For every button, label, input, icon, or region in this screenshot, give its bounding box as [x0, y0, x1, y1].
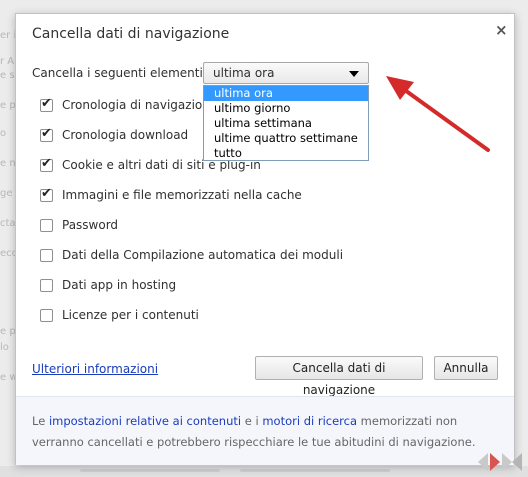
- checkbox-row-download-history[interactable]: ✔ Cronologia download: [40, 126, 188, 144]
- checkmark-icon: ✔: [41, 185, 52, 201]
- dropdown-option[interactable]: tutto: [204, 146, 368, 161]
- time-range-label: Cancella i seguenti elementi da:: [32, 66, 226, 80]
- annotation-arrow-icon: [386, 76, 490, 152]
- clear-data-button[interactable]: Cancella dati di navigazione: [255, 356, 423, 397]
- dialog-title: Cancella dati di navigazione: [32, 26, 230, 42]
- bg-bar-segment: [80, 469, 220, 472]
- bg-text-fragment: o: [0, 128, 7, 139]
- checkbox-row-autofill[interactable]: Dati della Compilazione automatica dei m…: [40, 246, 343, 264]
- bg-text-fragment: e s: [0, 70, 15, 81]
- checkbox-label: Dati della Compilazione automatica dei m…: [62, 248, 344, 262]
- chevron-down-icon: [349, 71, 359, 77]
- site-logo-icon: [478, 453, 522, 471]
- checkbox-label: Cronologia download: [62, 128, 189, 142]
- time-range-select[interactable]: ultima ora: [203, 62, 369, 84]
- checkbox[interactable]: [40, 308, 53, 322]
- checkbox-label: Dati app in hosting: [62, 278, 177, 292]
- checkbox-label: Password: [62, 218, 119, 232]
- checkbox-label: Cronologia di navigazione: [62, 98, 218, 112]
- bg-text-fragment: lo: [0, 342, 9, 353]
- time-range-select-value: ultima ora: [213, 66, 275, 80]
- dropdown-option[interactable]: ultima ora: [204, 86, 368, 101]
- checkbox-label: Licenze per i contenuti: [62, 308, 199, 322]
- checkbox[interactable]: ✔: [40, 185, 53, 202]
- time-range-dropdown: ultima ora ultimo giorno ultima settiman…: [203, 85, 369, 161]
- checkbox-label: Immagini e file memorizzati nella cache: [62, 188, 302, 202]
- footer-text: e i: [241, 414, 263, 428]
- checkbox[interactable]: [40, 278, 53, 292]
- close-icon[interactable]: ×: [495, 21, 508, 39]
- checkbox[interactable]: [40, 248, 53, 262]
- dropdown-option[interactable]: ultima settimana: [204, 116, 368, 131]
- checkbox-row-browsing-history[interactable]: ✔ Cronologia di navigazione: [40, 96, 217, 114]
- bg-text-fragment: e p: [0, 100, 16, 111]
- bg-text-fragment: ge: [0, 188, 13, 199]
- checkbox[interactable]: [40, 218, 53, 232]
- checkbox-row-cache[interactable]: ✔ Immagini e file memorizzati nella cach…: [40, 186, 302, 204]
- checkbox[interactable]: ✔: [40, 95, 53, 112]
- dropdown-option[interactable]: ultimo giorno: [204, 101, 368, 116]
- cancel-button[interactable]: Annulla: [434, 356, 498, 380]
- bg-text-fragment: e n: [0, 158, 16, 169]
- bg-bar-segment: [240, 469, 390, 472]
- bg-text-fragment: r A: [0, 56, 15, 67]
- dialog-footer-note: Le impostazioni relative ai contenuti e …: [16, 396, 514, 465]
- content-settings-link[interactable]: impostazioni relative ai contenuti: [49, 414, 241, 428]
- checkbox-row-content-licenses[interactable]: Licenze per i contenuti: [40, 306, 199, 324]
- background-bottom-bar: [0, 466, 528, 477]
- checkmark-icon: ✔: [41, 95, 52, 111]
- checkmark-icon: ✔: [41, 125, 52, 141]
- dropdown-option[interactable]: ultime quattro settimane: [204, 131, 368, 146]
- search-engines-link[interactable]: motori di ricerca: [262, 414, 357, 428]
- footer-text: Le: [32, 414, 49, 428]
- more-info-link[interactable]: Ulteriori informazioni: [32, 362, 158, 376]
- background-page: er il r A e s e p o e n ge ctati ecc e p…: [0, 0, 22, 477]
- checkbox-row-passwords[interactable]: Password: [40, 216, 118, 234]
- checkbox-row-hosted-apps[interactable]: Dati app in hosting: [40, 276, 176, 294]
- checkbox[interactable]: ✔: [40, 125, 53, 142]
- checkmark-icon: ✔: [41, 155, 52, 171]
- checkbox[interactable]: ✔: [40, 155, 53, 172]
